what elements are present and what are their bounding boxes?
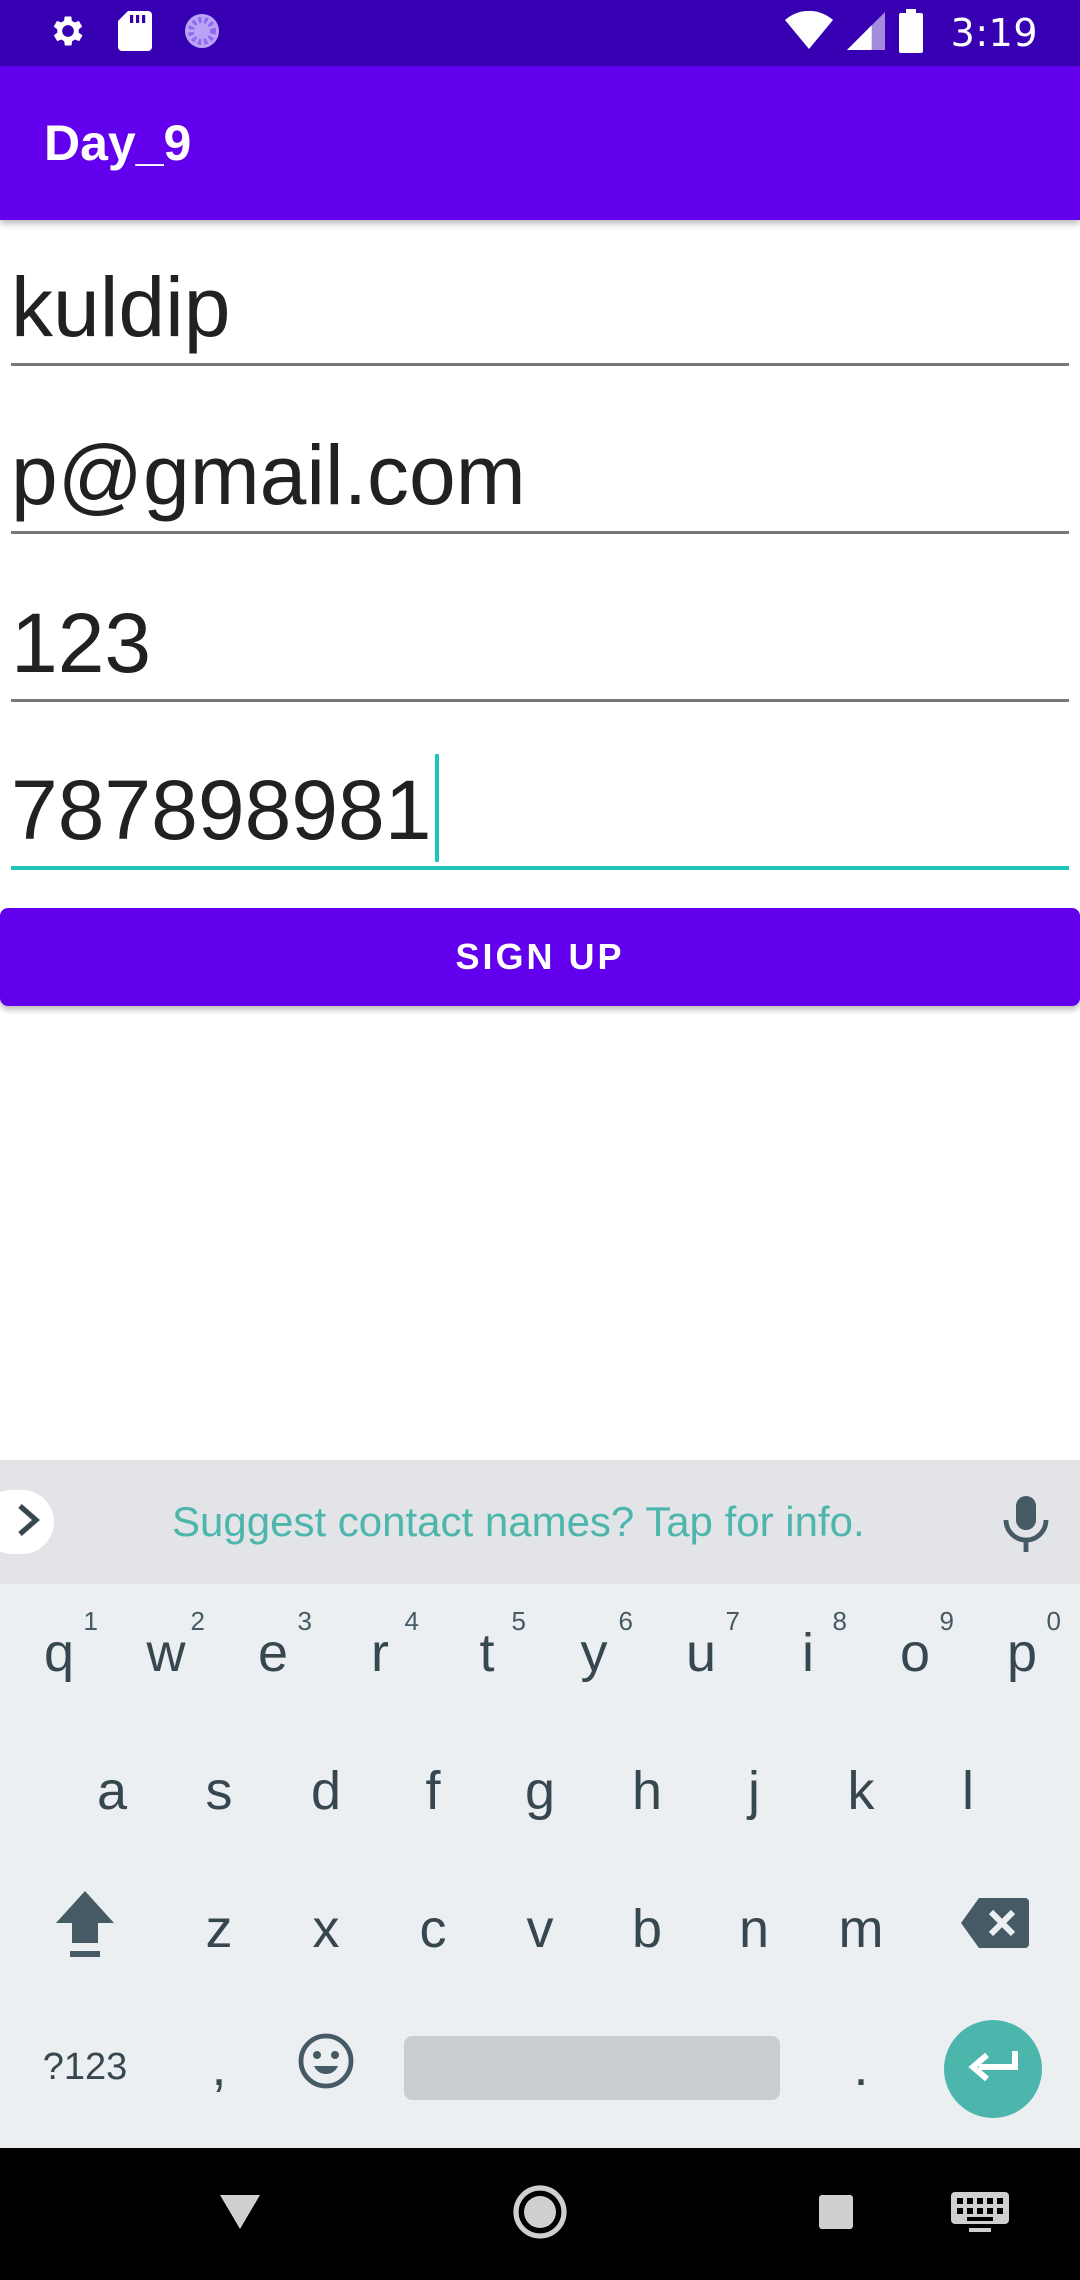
key-g[interactable]: g	[487, 1722, 593, 1860]
emoji-icon	[298, 2033, 354, 2102]
space-key[interactable]	[404, 2036, 780, 2100]
key-row-3: z x c v b n m	[0, 1860, 1080, 1998]
key-k[interactable]: k	[808, 1722, 914, 1860]
key-f[interactable]: f	[380, 1722, 486, 1860]
period-key[interactable]: .	[808, 1998, 914, 2136]
key-i[interactable]: i8	[755, 1584, 861, 1722]
recents-square-icon	[819, 2195, 853, 2233]
shift-icon	[52, 1887, 118, 1972]
name-field[interactable]: kuldip	[11, 226, 1069, 366]
key-t[interactable]: t5	[434, 1584, 540, 1722]
signup-button[interactable]: SIGN UP	[0, 908, 1080, 1006]
key-a[interactable]: a	[59, 1722, 165, 1860]
keyboard-icon	[951, 2192, 1009, 2236]
backspace-icon	[961, 1897, 1029, 1961]
key-l[interactable]: l	[915, 1722, 1021, 1860]
key-u[interactable]: u7	[648, 1584, 754, 1722]
back-triangle-icon	[220, 2195, 260, 2233]
contact-suggestion-prompt[interactable]: Suggest contact names? Tap for info.	[172, 1498, 865, 1546]
key-x[interactable]: x	[273, 1860, 379, 1998]
text-cursor	[435, 754, 440, 862]
symbols-key[interactable]: ?123	[32, 1998, 138, 2136]
status-bar: 3:19	[0, 0, 1080, 66]
comma-key[interactable]: ,	[166, 1998, 272, 2136]
shift-key[interactable]	[32, 1860, 138, 1998]
microphone-icon[interactable]	[1000, 1496, 1052, 1556]
key-c[interactable]: c	[380, 1860, 486, 1998]
gear-icon	[48, 11, 88, 55]
key-q[interactable]: q1	[6, 1584, 112, 1722]
clock: 3:19	[950, 11, 1038, 55]
back-button[interactable]	[200, 2148, 280, 2280]
email-field-value: p@gmail.com	[11, 428, 526, 522]
key-h[interactable]: h	[594, 1722, 700, 1860]
key-row-1: q1 w2 e3 r4 t5 y6 u7 i8 o9 p0	[0, 1584, 1080, 1722]
key-y[interactable]: y6	[541, 1584, 647, 1722]
name-field-value: kuldip	[11, 260, 231, 354]
password-field[interactable]: 123	[11, 562, 1069, 702]
key-r[interactable]: r4	[327, 1584, 433, 1722]
key-e[interactable]: e3	[220, 1584, 326, 1722]
key-n[interactable]: n	[701, 1860, 807, 1998]
enter-arrow-icon	[967, 2047, 1019, 2091]
backspace-key[interactable]	[942, 1860, 1048, 1998]
suggestion-strip: Suggest contact names? Tap for info.	[0, 1460, 1080, 1584]
battery-icon	[898, 9, 923, 57]
keyboard-switch-button[interactable]	[940, 2148, 1020, 2280]
sync-icon	[182, 11, 222, 55]
key-z[interactable]: z	[166, 1860, 272, 1998]
emoji-key[interactable]	[273, 1998, 379, 2136]
expand-suggestions-button[interactable]	[0, 1490, 54, 1554]
home-button[interactable]	[500, 2148, 580, 2280]
key-s[interactable]: s	[166, 1722, 272, 1860]
app-title: Day_9	[44, 115, 192, 171]
key-v[interactable]: v	[487, 1860, 593, 1998]
password-field-value: 123	[11, 596, 152, 690]
key-j[interactable]: j	[701, 1722, 807, 1860]
chevron-right-icon	[16, 1502, 42, 1542]
phone-field[interactable]: 787898981	[11, 730, 1069, 870]
phone-field-value: 787898981	[11, 763, 432, 857]
key-d[interactable]: d	[273, 1722, 379, 1860]
key-row-2: a s d f g h j k l	[0, 1722, 1080, 1860]
recents-button[interactable]	[796, 2148, 876, 2280]
key-p[interactable]: p0	[969, 1584, 1075, 1722]
key-m[interactable]: m	[808, 1860, 914, 1998]
app-bar: Day_9	[0, 66, 1080, 220]
enter-key[interactable]	[944, 2020, 1042, 2118]
sd-card-icon	[118, 11, 152, 55]
cell-signal-icon	[846, 11, 885, 55]
system-navigation-bar	[0, 2148, 1080, 2280]
email-field[interactable]: p@gmail.com	[11, 394, 1069, 534]
key-w[interactable]: w2	[113, 1584, 219, 1722]
key-b[interactable]: b	[594, 1860, 700, 1998]
key-o[interactable]: o9	[862, 1584, 968, 1722]
home-circle-icon	[513, 2185, 567, 2243]
wifi-icon	[784, 10, 833, 55]
